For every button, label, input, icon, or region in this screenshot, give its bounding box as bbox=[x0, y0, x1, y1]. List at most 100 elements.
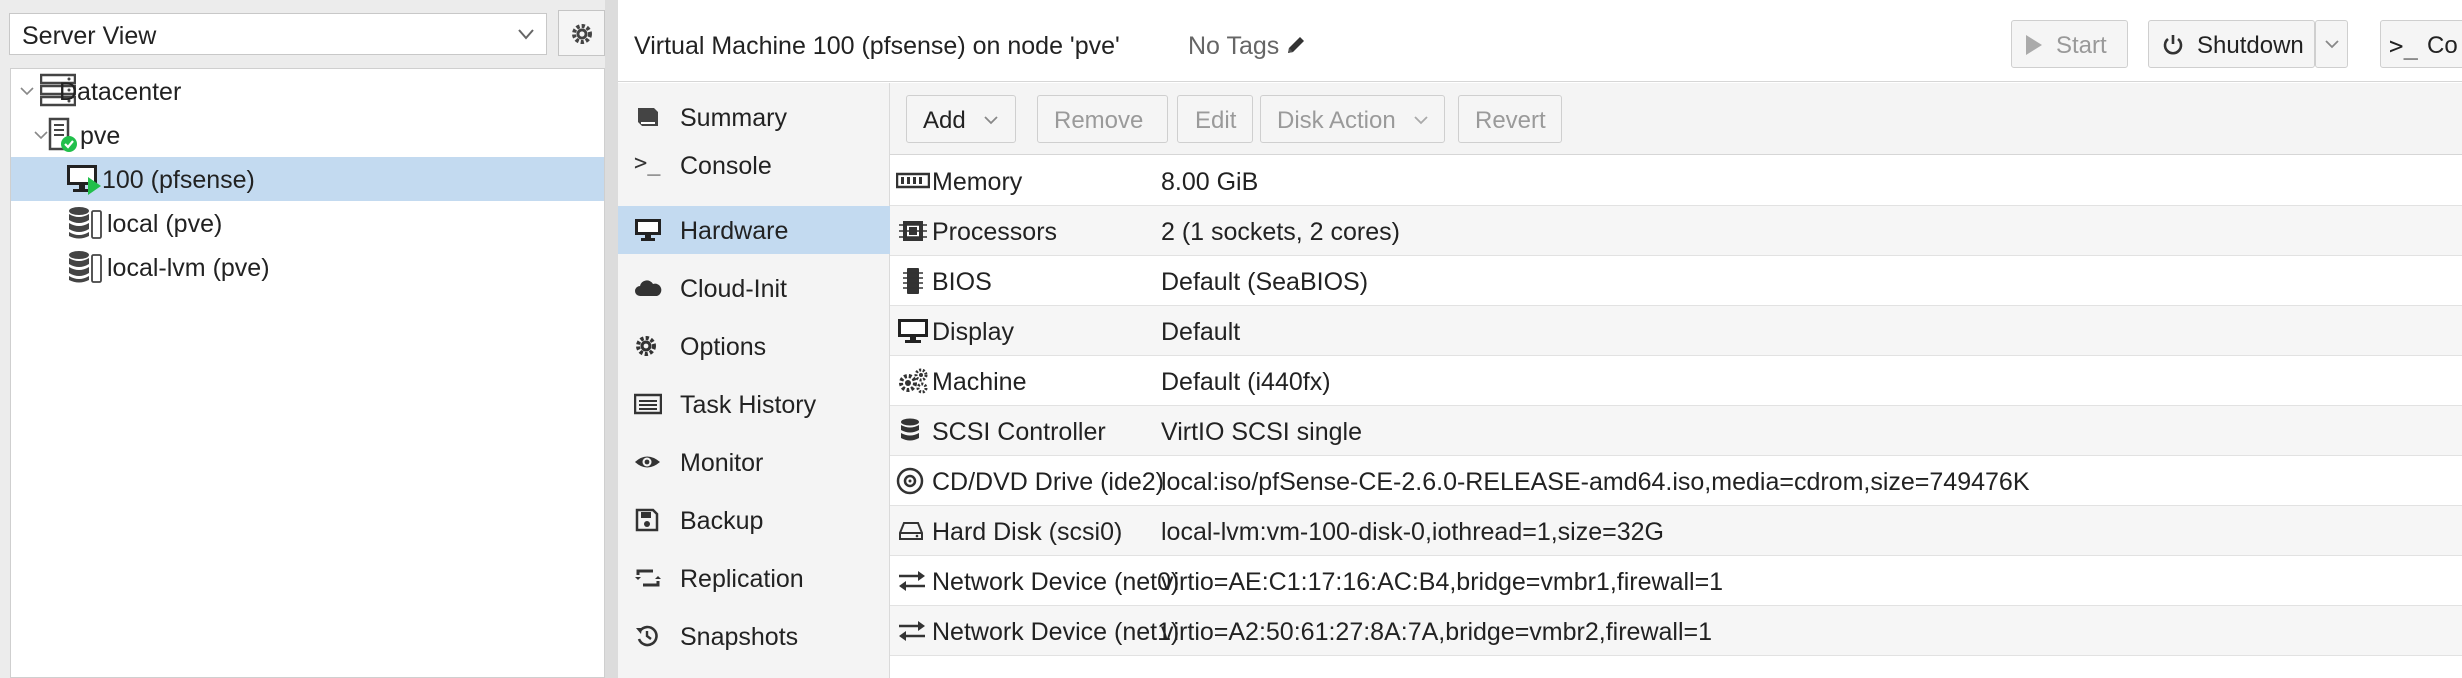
revert-button[interactable]: Revert bbox=[1458, 95, 1562, 143]
nav-label: Console bbox=[680, 152, 772, 180]
row-key: Network Device (net0) bbox=[932, 568, 1180, 596]
revert-label: Revert bbox=[1475, 107, 1546, 134]
row-value: local:iso/pfSense-CE-2.6.0-RELEASE-amd64… bbox=[1161, 468, 2030, 496]
remove-label: Remove bbox=[1054, 107, 1144, 134]
terminal-icon: >_ bbox=[634, 151, 661, 176]
nav-console[interactable]: >_ Console bbox=[618, 141, 890, 189]
nav-label: Monitor bbox=[680, 449, 764, 477]
retweet-icon bbox=[635, 569, 661, 587]
vm-navigation: Summary >_ Console Hardware Cloud-Init O… bbox=[618, 83, 890, 678]
nav-label: Replication bbox=[680, 565, 804, 593]
row-value: virtio=AE:C1:17:16:AC:B4,bridge=vmbr1,fi… bbox=[1161, 568, 1724, 596]
pencil-icon[interactable] bbox=[1285, 34, 1307, 56]
row-key: Hard Disk (scsi0) bbox=[932, 518, 1123, 546]
console-button[interactable]: >_ Co bbox=[2380, 20, 2462, 68]
hdd-icon bbox=[899, 522, 923, 540]
table-row[interactable]: Hard Disk (scsi0) local-lvm:vm-100-disk-… bbox=[890, 506, 2462, 556]
tree-node-vm-100[interactable]: 100 (pfsense) bbox=[11, 157, 604, 201]
tree-node-label: local-lvm (pve) bbox=[107, 254, 270, 282]
nav-backup[interactable]: Backup bbox=[618, 496, 890, 544]
chevron-down-icon[interactable] bbox=[19, 83, 35, 99]
table-row[interactable]: Display Default bbox=[890, 306, 2462, 356]
nav-options[interactable]: Options bbox=[618, 322, 890, 370]
table-row[interactable]: SCSI Controller VirtIO SCSI single bbox=[890, 406, 2462, 456]
tree-node-pve[interactable]: pve bbox=[11, 113, 604, 157]
nav-snapshots[interactable]: Snapshots bbox=[618, 612, 890, 660]
row-value: Default (SeaBIOS) bbox=[1161, 268, 1369, 296]
table-row[interactable]: BIOS Default (SeaBIOS) bbox=[890, 256, 2462, 306]
disk-action-button[interactable]: Disk Action bbox=[1260, 95, 1445, 143]
resource-tree: Datacenter pve 100 (pfsense) local (pve)… bbox=[10, 68, 605, 678]
content-panel: Virtual Machine 100 (pfsense) on node 'p… bbox=[618, 0, 2462, 678]
exchange-icon bbox=[899, 571, 925, 591]
table-row[interactable]: Network Device (net0) virtio=AE:C1:17:16… bbox=[890, 556, 2462, 606]
hardware-toolbar: Add Remove Edit Disk Action Revert bbox=[890, 83, 2462, 155]
remove-button[interactable]: Remove bbox=[1037, 95, 1168, 143]
chevron-down-icon[interactable] bbox=[33, 127, 49, 143]
history-icon bbox=[636, 625, 658, 647]
row-key: Network Device (net1) bbox=[932, 618, 1180, 646]
book-icon bbox=[638, 108, 658, 126]
row-value: VirtIO SCSI single bbox=[1161, 418, 1363, 446]
nav-hardware[interactable]: Hardware bbox=[618, 206, 890, 254]
tree-node-label: local (pve) bbox=[107, 210, 223, 238]
start-label: Start bbox=[2056, 32, 2107, 59]
vm-running-icon bbox=[67, 165, 101, 195]
nav-summary[interactable]: Summary bbox=[618, 93, 890, 141]
nav-label: Snapshots bbox=[680, 623, 799, 651]
tree-settings-button[interactable] bbox=[558, 10, 605, 56]
vm-header: Virtual Machine 100 (pfsense) on node 'p… bbox=[618, 16, 2462, 82]
shutdown-menu-button[interactable] bbox=[2315, 20, 2348, 68]
tree-node-storage-local[interactable]: local (pve) bbox=[11, 201, 604, 245]
edit-button[interactable]: Edit bbox=[1177, 95, 1253, 143]
row-key: Processors bbox=[932, 218, 1058, 246]
nav-cloud-init[interactable]: Cloud-Init bbox=[618, 264, 890, 312]
nav-label: Options bbox=[680, 333, 767, 361]
gear-icon bbox=[572, 24, 592, 44]
table-row[interactable]: Machine Default (i440fx) bbox=[890, 356, 2462, 406]
chevron-down-icon bbox=[2325, 40, 2339, 49]
row-key: SCSI Controller bbox=[932, 418, 1106, 446]
add-button[interactable]: Add bbox=[906, 95, 1016, 143]
row-value: virtio=A2:50:61:27:8A:7A,bridge=vmbr2,fi… bbox=[1161, 618, 1713, 646]
memory-icon bbox=[896, 172, 930, 189]
row-key: Machine bbox=[932, 368, 1027, 396]
tree-node-label: pve bbox=[80, 122, 121, 150]
row-key: BIOS bbox=[932, 268, 992, 296]
chevron-down-icon bbox=[518, 29, 534, 40]
nav-label: Task History bbox=[680, 391, 817, 419]
row-value: 2 (1 sockets, 2 cores) bbox=[1161, 218, 1400, 246]
table-row[interactable]: Network Device (net1) virtio=A2:50:61:27… bbox=[890, 606, 2462, 656]
row-value: Default (i440fx) bbox=[1161, 368, 1331, 396]
edit-label: Edit bbox=[1195, 107, 1237, 134]
nav-task-history[interactable]: Task History bbox=[618, 380, 890, 428]
table-row[interactable]: Processors 2 (1 sockets, 2 cores) bbox=[890, 206, 2462, 256]
table-row[interactable]: Memory 8.00 GiB bbox=[890, 156, 2462, 206]
cpu-icon bbox=[899, 221, 927, 241]
power-icon bbox=[2163, 35, 2183, 55]
terminal-icon: >_ bbox=[2389, 32, 2418, 60]
console-label: Co bbox=[2427, 32, 2458, 59]
list-icon bbox=[634, 393, 662, 415]
shutdown-button[interactable]: Shutdown bbox=[2148, 20, 2315, 68]
row-value: local-lvm:vm-100-disk-0,iothread=1,size=… bbox=[1161, 518, 1664, 546]
nav-replication[interactable]: Replication bbox=[618, 554, 890, 602]
gear-icon bbox=[636, 336, 656, 356]
cdrom-icon bbox=[896, 467, 924, 495]
chevron-down-icon bbox=[1414, 116, 1428, 125]
tree-node-datacenter[interactable]: Datacenter bbox=[11, 69, 604, 113]
tree-node-storage-local-lvm[interactable]: local-lvm (pve) bbox=[11, 245, 604, 289]
row-key: CD/DVD Drive (ide2) bbox=[932, 468, 1164, 496]
view-select[interactable]: Server View bbox=[9, 13, 547, 55]
tags-editor[interactable]: No Tags bbox=[1188, 32, 1307, 61]
nav-monitor[interactable]: Monitor bbox=[618, 438, 890, 486]
row-key: Memory bbox=[932, 168, 1023, 196]
tags-label: No Tags bbox=[1188, 32, 1280, 60]
microchip-icon bbox=[903, 268, 923, 294]
table-row[interactable]: CD/DVD Drive (ide2) local:iso/pfSense-CE… bbox=[890, 456, 2462, 506]
floppy-icon bbox=[635, 508, 659, 532]
view-select-value: Server View bbox=[22, 22, 157, 50]
start-button[interactable]: Start bbox=[2011, 20, 2128, 68]
database-icon bbox=[901, 418, 919, 441]
play-icon bbox=[2026, 35, 2042, 55]
